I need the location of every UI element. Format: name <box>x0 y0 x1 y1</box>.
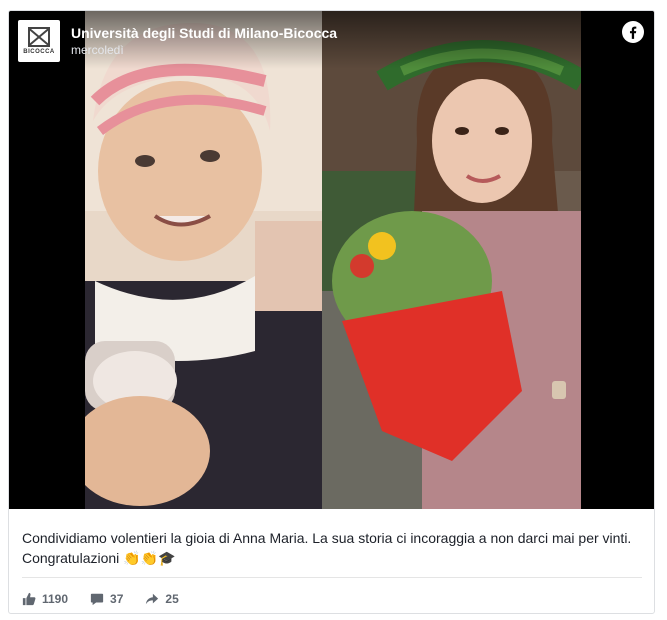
photo-after <box>322 11 581 509</box>
facebook-icon[interactable] <box>622 21 644 43</box>
likes-stat[interactable]: 1190 <box>22 592 68 606</box>
logo-text: BICOCCA <box>23 49 55 55</box>
post-media[interactable]: BICOCCA Università degli Studi di Milano… <box>9 11 654 509</box>
photo-before-illustration <box>85 11 322 509</box>
page-avatar[interactable]: BICOCCA <box>18 20 60 62</box>
comments-count: 37 <box>110 592 124 606</box>
shares-stat[interactable]: 25 <box>145 592 179 606</box>
page-name-link[interactable]: Università degli Studi di Milano-Bicocca <box>71 25 337 41</box>
university-logo-icon <box>28 27 50 47</box>
photo-after-illustration <box>322 11 581 509</box>
shares-count: 25 <box>165 592 179 606</box>
post-caption: Condividiamo volentieri la gioia di Anna… <box>22 528 642 568</box>
thumbs-up-icon <box>22 592 36 606</box>
comment-icon <box>90 593 104 606</box>
post-timestamp[interactable]: mercoledì <box>71 43 124 57</box>
divider <box>22 577 642 578</box>
caption-line-1: Condividiamo volentieri la gioia di Anna… <box>22 530 632 546</box>
post-header: BICOCCA Università degli Studi di Milano… <box>9 11 654 69</box>
post-card: BICOCCA Università degli Studi di Milano… <box>8 10 655 614</box>
caption-line-2: Congratulazioni 👏👏🎓 <box>22 550 176 566</box>
post-stats: 1190 37 25 <box>22 589 201 609</box>
photo-before <box>85 11 322 509</box>
comments-stat[interactable]: 37 <box>90 592 123 606</box>
likes-count: 1190 <box>42 592 69 606</box>
share-arrow-icon <box>146 593 159 605</box>
